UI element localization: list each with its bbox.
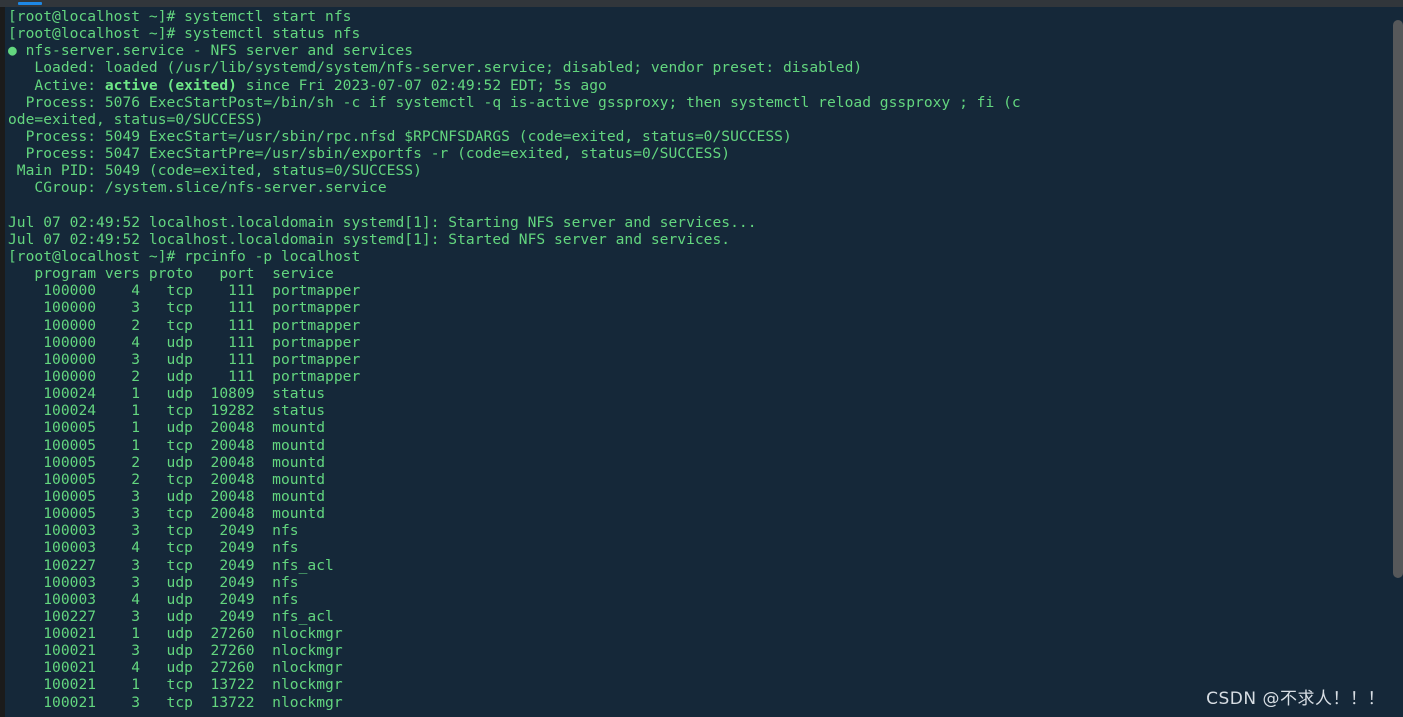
terminal-line-log-1: Jul 07 02:49:52 localhost.localdomain sy…: [8, 213, 757, 231]
terminal-line-rpc-r6: 100000 2 udp 111 portmapper: [8, 367, 361, 385]
terminal-line-rpc-header: program vers proto port service: [8, 265, 334, 283]
terminal-line-svc-process-2: Process: 5049 ExecStart=/usr/sbin/rpc.nf…: [8, 127, 792, 145]
terminal-line-rpc-r23: 100021 4 udp 27260 nlockmgr: [8, 659, 343, 677]
terminal-line-svc-active: Active: active (exited) since Fri 2023-0…: [5, 77, 1393, 94]
terminal-line-rpc-r13: 100005 3 udp 20048 mountd: [8, 487, 326, 505]
terminal-line-svc-cgroup: CGroup: /system.slice/nfs-server.service: [8, 179, 387, 197]
terminal-line-rpc-r14: 100005 3 tcp 20048 mountd: [8, 505, 326, 523]
terminal-line-rpc-r1: 100000 4 tcp 111 portmapper: [8, 282, 361, 300]
terminal-line-rpc-r3: 100000 2 tcp 111 portmapper: [8, 316, 361, 334]
terminal-window: [root@localhost ~]# systemctl start nfs[…: [0, 0, 1403, 717]
terminal-line-rpc-r10: 100005 1 tcp 20048 mountd: [8, 436, 326, 454]
terminal-line-rpc-r5: 100000 3 udp 111 portmapper: [8, 350, 361, 368]
terminal-line-rpc-r19: 100003 4 udp 2049 nfs: [8, 590, 299, 608]
terminal-line-svc-process-1: Process: 5076 ExecStartPost=/bin/sh -c i…: [8, 93, 1021, 111]
vertical-scrollbar-thumb[interactable]: [1393, 20, 1403, 578]
terminal-line-rpc-r7: 100024 1 udp 10809 status: [8, 385, 326, 403]
window-title-bar: [0, 0, 1403, 7]
terminal-line-cmd-rpcinfo: [root@localhost ~]# rpcinfo -p localhost: [8, 247, 361, 265]
terminal-output[interactable]: [root@localhost ~]# systemctl start nfs[…: [5, 7, 1393, 717]
terminal-line-svc-process-3: Process: 5047 ExecStartPre=/usr/sbin/exp…: [8, 145, 731, 163]
terminal-line-rpc-r15: 100003 3 tcp 2049 nfs: [8, 522, 299, 540]
line-prefix: Active:: [8, 76, 105, 94]
active-tab-indicator[interactable]: [18, 2, 42, 5]
terminal-line-rpc-r25: 100021 3 tcp 13722 nlockmgr: [8, 693, 343, 711]
terminal-line-rpc-r11: 100005 2 udp 20048 mountd: [8, 453, 326, 471]
terminal-line-rpc-r8: 100024 1 tcp 19282 status: [8, 402, 326, 420]
terminal-line-rpc-r4: 100000 4 udp 111 portmapper: [8, 333, 361, 351]
terminal-line-cmd-start-nfs: [root@localhost ~]# systemctl start nfs: [8, 8, 352, 25]
terminal-line-rpc-r12: 100005 2 tcp 20048 mountd: [8, 470, 326, 488]
terminal-line-cmd-status-nfs: [root@localhost ~]# systemctl status nfs: [8, 25, 361, 43]
terminal-line-rpc-r22: 100021 3 udp 27260 nlockmgr: [8, 642, 343, 660]
terminal-line-rpc-r2: 100000 3 tcp 111 portmapper: [8, 299, 361, 317]
terminal-line-rpc-r16: 100003 4 tcp 2049 nfs: [8, 539, 299, 557]
line-suffix: since Fri 2023-07-07 02:49:52 EDT; 5s ag…: [236, 76, 607, 94]
terminal-line-log-2: Jul 07 02:49:52 localhost.localdomain sy…: [8, 230, 731, 248]
terminal-line-svc-loaded: Loaded: loaded (/usr/lib/systemd/system/…: [8, 59, 863, 77]
vertical-scrollbar-track[interactable]: [1393, 7, 1403, 717]
terminal-line-svc-process-1-wrap: ode=exited, status=0/SUCCESS): [8, 110, 264, 128]
terminal-line-svc-header: ● nfs-server.service - NFS server and se…: [8, 42, 414, 60]
terminal-line-blank-1: [5, 197, 1393, 214]
watermark-text: CSDN @不求人！！！: [1206, 689, 1385, 709]
terminal-line-rpc-r24: 100021 1 tcp 13722 nlockmgr: [8, 676, 343, 694]
terminal-line-rpc-r21: 100021 1 udp 27260 nlockmgr: [8, 625, 343, 643]
terminal-line-rpc-r20: 100227 3 udp 2049 nfs_acl: [8, 607, 334, 625]
terminal-line-rpc-r17: 100227 3 tcp 2049 nfs_acl: [8, 556, 334, 574]
terminal-line-svc-mainpid: Main PID: 5049 (code=exited, status=0/SU…: [8, 162, 422, 180]
terminal-line-rpc-r9: 100005 1 udp 20048 mountd: [8, 419, 326, 437]
terminal-line-rpc-r18: 100003 3 udp 2049 nfs: [8, 573, 299, 591]
status-badge: active (exited): [104, 76, 237, 94]
